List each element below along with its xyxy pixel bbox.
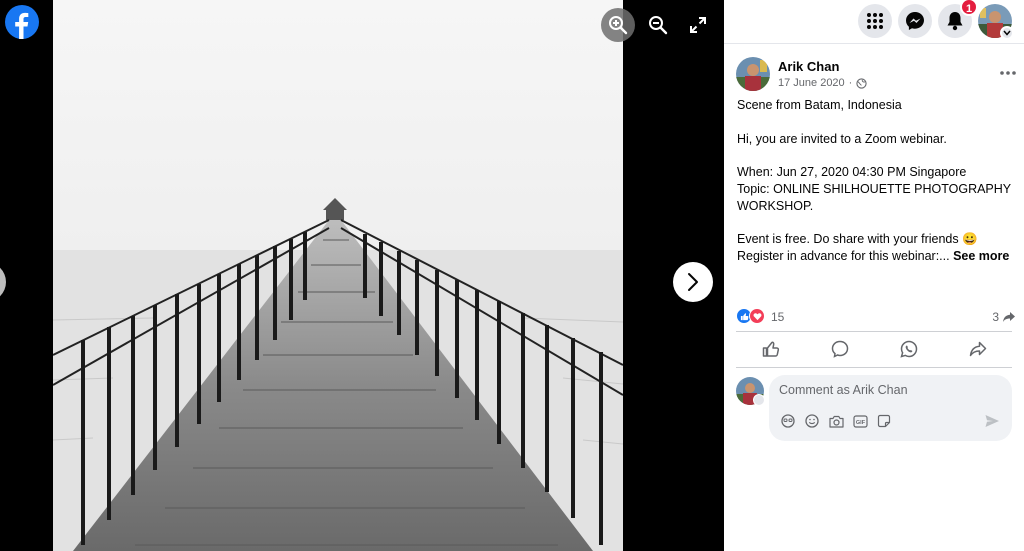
share-count-value: 3 (992, 310, 999, 324)
share-icon (969, 341, 986, 357)
author-name[interactable]: Arik Chan (778, 59, 839, 74)
chevron-right-icon (688, 273, 698, 291)
share-count[interactable]: 3 (992, 310, 1016, 324)
reactions-bar: 15 3 (736, 307, 1016, 327)
post-header: Arik Chan 17 June 2020 · (736, 57, 1016, 97)
author-avatar[interactable] (736, 57, 770, 91)
gif-icon: GIF (852, 414, 868, 428)
like-button[interactable] (751, 335, 791, 363)
post-line (737, 114, 1012, 131)
sticker-icon (877, 414, 891, 428)
post-line: Topic: ONLINE SHILHOUETTE PHOTOGRAPHY WO… (737, 181, 1011, 213)
emoji-button[interactable] (803, 412, 821, 430)
chevron-down-icon (1003, 30, 1011, 36)
post-text: Scene from Batam, Indonesia Hi, you are … (737, 97, 1012, 265)
divider (736, 367, 1012, 368)
comment-icon (831, 340, 848, 358)
divider (736, 331, 1012, 332)
reaction-count[interactable]: 15 (771, 310, 784, 324)
post-line: Register in advance for this webinar:... (737, 249, 950, 264)
emoji-icon (805, 414, 819, 428)
see-more-link[interactable]: See more (953, 249, 1009, 263)
comment-tools: GIF (779, 412, 893, 430)
fullscreen-button[interactable] (681, 8, 715, 42)
like-icon (762, 341, 779, 357)
notifications-badge: 1 (960, 0, 978, 16)
post-line: Event is free. Do share with your friend… (737, 232, 978, 247)
notifications-button[interactable]: 1 (938, 0, 978, 38)
author-photo (736, 57, 770, 91)
bell-icon (947, 12, 963, 31)
avatar-sticker-button[interactable] (779, 412, 797, 430)
comment-box: GIF (769, 375, 1012, 441)
share-arrow-icon (1003, 312, 1015, 322)
zoom-in-button[interactable] (601, 8, 635, 42)
post-options-button[interactable] (996, 63, 1020, 83)
camera-icon (828, 415, 844, 428)
top-navigation-bar: 1 (724, 0, 1024, 44)
zoom-out-button[interactable] (641, 8, 675, 42)
post-line (737, 215, 1012, 232)
post-side-panel: 1 Arik Chan 17 June 2020 · Scene from Ba… (724, 0, 1024, 551)
account-menu-caret[interactable] (1000, 26, 1014, 40)
avatar-sticker-icon (781, 414, 795, 428)
whatsapp-button[interactable] (889, 335, 929, 363)
globe-icon (856, 77, 867, 89)
whatsapp-icon (899, 340, 917, 358)
next-photo-button[interactable] (673, 262, 713, 302)
post-date[interactable]: 17 June 2020 (778, 77, 845, 89)
facebook-logo[interactable] (5, 5, 39, 39)
share-button[interactable] (958, 335, 998, 363)
zoom-in-icon (609, 16, 628, 35)
post-photo[interactable] (53, 0, 623, 551)
fullscreen-icon (690, 17, 706, 33)
gif-button[interactable]: GIF (851, 412, 869, 430)
send-icon (985, 415, 999, 427)
sticker-button[interactable] (875, 412, 893, 430)
post-line (737, 147, 1012, 164)
menu-grid-icon (867, 13, 883, 29)
messenger-button[interactable] (898, 4, 932, 38)
menu-button[interactable] (858, 4, 892, 38)
post-line: When: Jun 27, 2020 04:30 PM Singapore (737, 165, 967, 180)
comment-composer: GIF (736, 375, 1016, 443)
post-line-last: Register in advance for this webinar:...… (737, 248, 1012, 265)
bullet-separator: · (848, 77, 853, 89)
reaction-icons[interactable] (736, 308, 765, 324)
post-meta: 17 June 2020 · (778, 77, 867, 89)
send-comment-button[interactable] (984, 413, 1002, 431)
comment-button[interactable] (820, 335, 860, 363)
camera-button[interactable] (827, 412, 845, 430)
post-line: Hi, you are invited to a Zoom webinar. (737, 131, 947, 146)
zoom-out-icon (649, 16, 668, 35)
comment-input[interactable] (779, 383, 999, 397)
love-reaction-icon (749, 308, 765, 324)
post-actions (736, 333, 1012, 365)
pier-photo-image (53, 0, 623, 551)
previous-photo-button[interactable] (0, 262, 6, 302)
post-line: Scene from Batam, Indonesia (737, 98, 902, 112)
commenter-switch-caret[interactable] (753, 394, 765, 406)
more-dots-icon (1000, 71, 1016, 75)
facebook-f-icon (15, 12, 29, 39)
messenger-icon (906, 12, 924, 30)
svg-text:GIF: GIF (855, 420, 865, 426)
photo-viewer (0, 0, 724, 551)
